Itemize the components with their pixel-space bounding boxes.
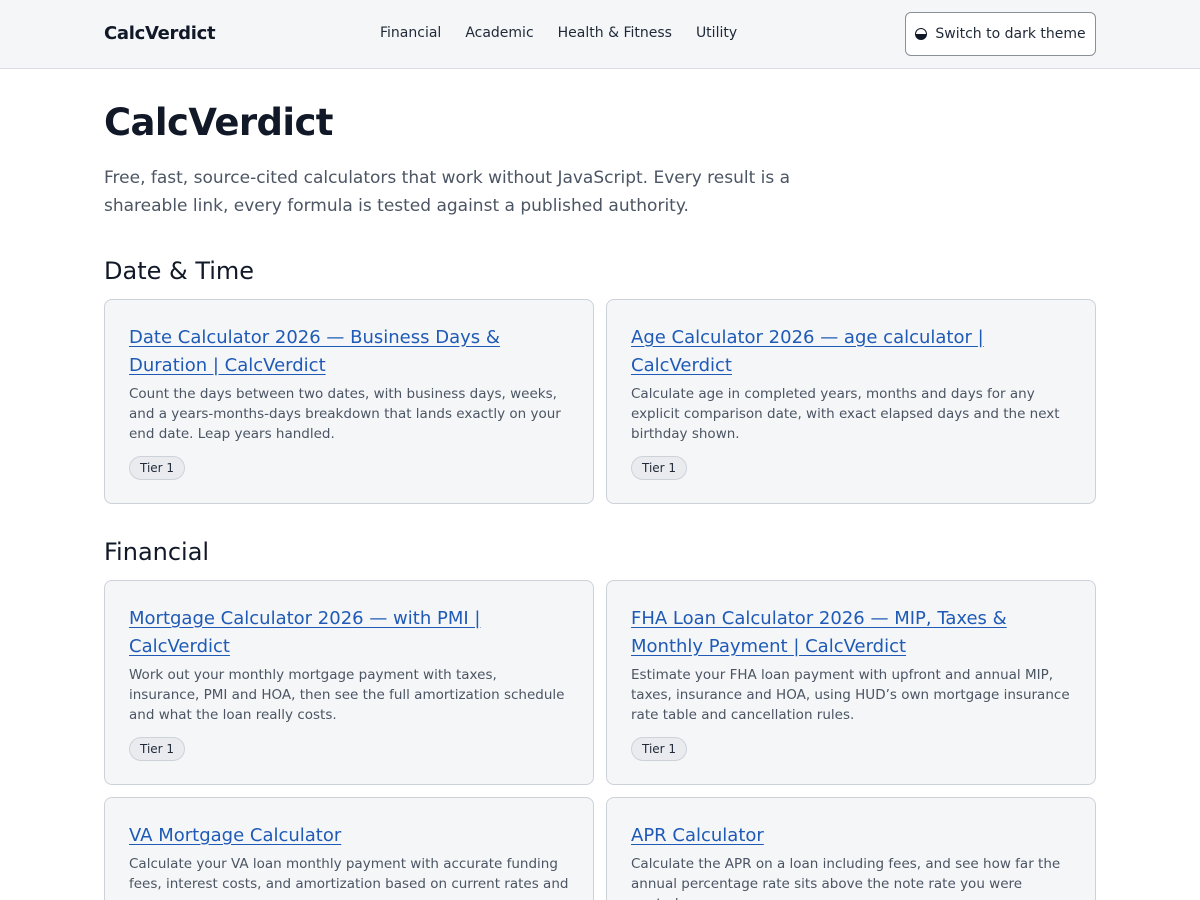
calculator-description: Calculate age in completed years, months… — [631, 386, 1060, 442]
tier-badge: Tier 1 — [129, 737, 186, 761]
intro-text: Free, fast, source-cited calculators tha… — [104, 168, 791, 216]
tier-badge: Tier 1 — [631, 456, 688, 480]
calculator-grid-financial: Mortgage Calculator 2026 — with PMI | Ca… — [104, 580, 1096, 900]
calculator-card: APR Calculator Calculate the APR on a lo… — [606, 797, 1096, 900]
calculator-link[interactable]: Mortgage Calculator 2026 — with PMI | Ca… — [129, 605, 569, 661]
calculator-card: VA Mortgage Calculator Calculate your VA… — [104, 797, 594, 900]
calculator-description: Work out your monthly mortgage payment w… — [129, 667, 565, 723]
tier-badge: Tier 1 — [129, 456, 186, 480]
calculator-grid-date-time: Date Calculator 2026 — Business Days & D… — [104, 299, 1096, 504]
half-circle-theme-icon — [915, 28, 928, 40]
top-navigation-bar: CalcVerdict Financial Academic Health & … — [0, 0, 1200, 69]
calculator-description: Calculate the APR on a loan including fe… — [631, 856, 1061, 900]
page-title: CalcVerdict — [104, 101, 333, 144]
nav-link-academic[interactable]: Academic — [465, 25, 533, 41]
main-nav: Financial Academic Health & Fitness Util… — [380, 25, 737, 41]
calculator-link[interactable]: Date Calculator 2026 — Business Days & D… — [129, 324, 569, 380]
calculator-description: Count the days between two dates, with b… — [129, 386, 561, 442]
calculator-card: Age Calculator 2026 — age calculator | C… — [606, 299, 1096, 504]
main-content: CalcVerdict Free, fast, source-cited cal… — [0, 101, 1200, 900]
calculator-description: Estimate your FHA loan payment with upfr… — [631, 667, 1070, 723]
theme-toggle-button[interactable]: Switch to dark theme — [905, 12, 1096, 56]
brand-logo-link[interactable]: CalcVerdict — [104, 23, 216, 44]
section-title-financial: Financial — [104, 538, 210, 566]
calculator-link[interactable]: Age Calculator 2026 — age calculator | C… — [631, 324, 1071, 380]
calculator-description: Calculate your VA loan monthly payment w… — [129, 856, 569, 892]
calculator-card: Date Calculator 2026 — Business Days & D… — [104, 299, 594, 504]
calculator-link[interactable]: FHA Loan Calculator 2026 — MIP, Taxes & … — [631, 605, 1071, 661]
section-title-date-time: Date & Time — [104, 257, 255, 285]
nav-link-utility[interactable]: Utility — [696, 25, 737, 41]
calculator-card: Mortgage Calculator 2026 — with PMI | Ca… — [104, 580, 594, 785]
tier-badge: Tier 1 — [631, 737, 688, 761]
theme-toggle-label: Switch to dark theme — [935, 26, 1086, 42]
nav-link-health-fitness[interactable]: Health & Fitness — [558, 25, 672, 41]
calculator-link[interactable]: VA Mortgage Calculator — [129, 822, 569, 850]
calculator-card: FHA Loan Calculator 2026 — MIP, Taxes & … — [606, 580, 1096, 785]
nav-link-financial[interactable]: Financial — [380, 25, 441, 41]
calculator-link[interactable]: APR Calculator — [631, 822, 1071, 850]
